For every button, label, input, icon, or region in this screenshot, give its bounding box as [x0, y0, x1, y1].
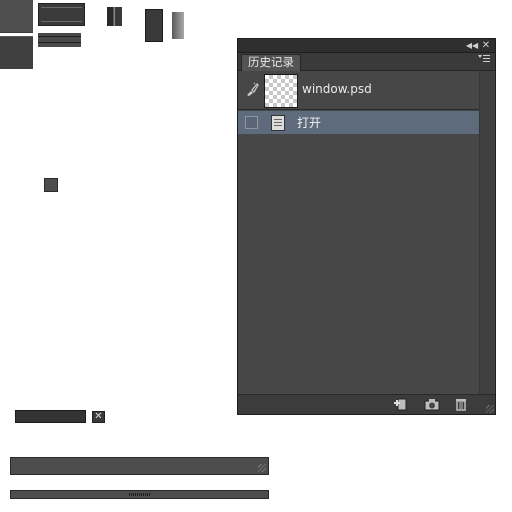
double-chevron-left-icon[interactable]: ◀◀ [465, 39, 479, 52]
sprite-checkbox [44, 178, 58, 192]
vertical-scrollbar[interactable] [479, 71, 494, 395]
history-state-label: 打开 [297, 116, 322, 130]
document-icon [271, 115, 285, 131]
close-icon[interactable]: ✕ [479, 39, 493, 52]
history-list: window.psd 打开 [238, 71, 479, 395]
sprite-tile-dark [0, 0, 33, 33]
snapshot-thumbnail [264, 74, 298, 108]
sprite-scroll-thumb [145, 9, 163, 42]
snapshot-row[interactable]: window.psd [238, 71, 479, 110]
history-panel: ◀◀ ✕ 历史记录 window.psd 打开 [237, 38, 496, 415]
resize-grip[interactable] [486, 405, 494, 413]
history-brush-icon[interactable] [245, 82, 260, 97]
sprite-footer-bar [10, 457, 269, 475]
history-state-row[interactable]: 打开 [238, 111, 479, 134]
panel-titlebar: ◀◀ ✕ [238, 39, 495, 53]
sprite-bar [15, 410, 86, 423]
panel-tab-row: 历史记录 [238, 53, 495, 71]
panel-menu-icon[interactable] [477, 54, 491, 68]
sprite-tile-darker [0, 36, 33, 69]
panel-footer [238, 394, 495, 414]
trash-icon[interactable] [453, 397, 469, 411]
sprite-resize-bar [10, 490, 269, 499]
new-document-from-state-icon[interactable] [393, 397, 409, 411]
sprite-gradient-strip [172, 12, 184, 39]
history-brush-source-checkbox[interactable] [245, 116, 258, 129]
camera-icon[interactable] [424, 397, 440, 411]
sprite-tab-edge [38, 33, 81, 47]
tab-history[interactable]: 历史记录 [241, 54, 301, 71]
sprite-titlebar-piece [38, 3, 85, 26]
sprite-divider-piece [107, 7, 122, 26]
snapshot-label: window.psd [302, 82, 372, 96]
sprite-close-button[interactable]: ✕ [92, 411, 105, 423]
